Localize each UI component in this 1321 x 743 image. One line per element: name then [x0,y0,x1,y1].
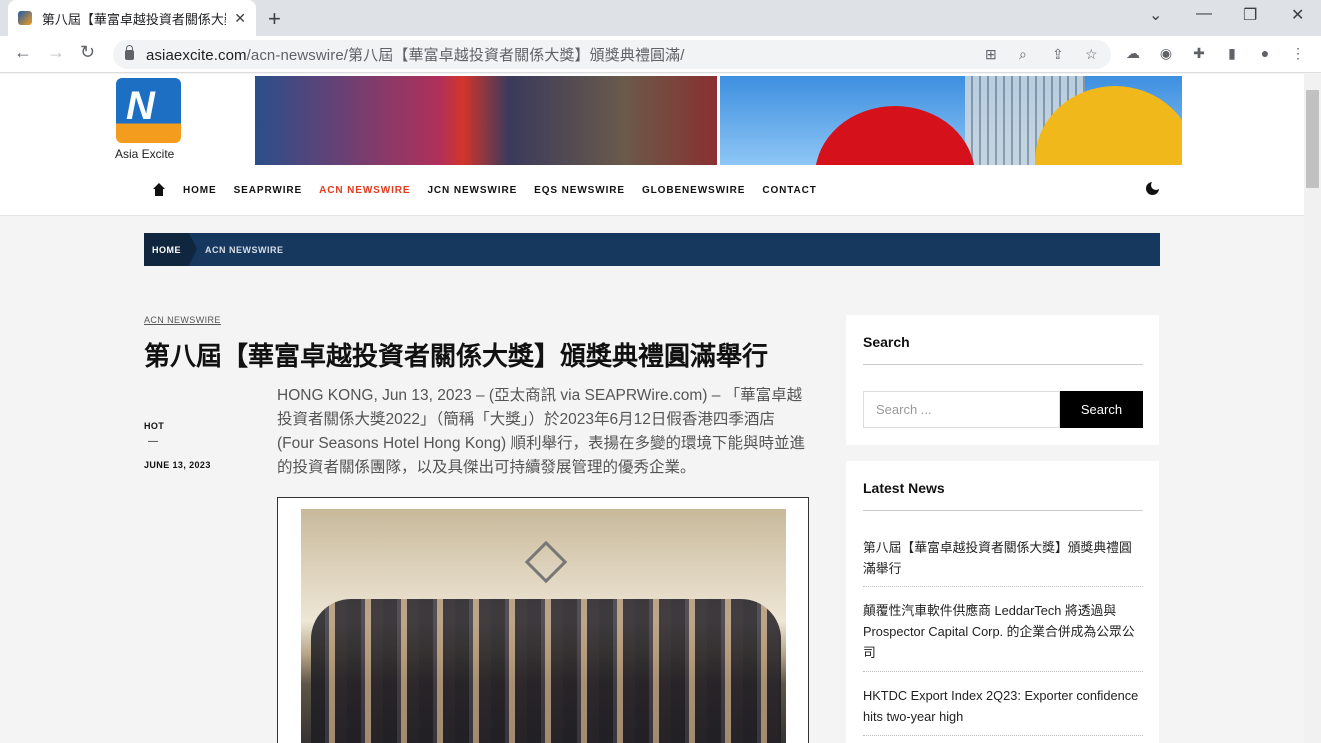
extension-cloud-icon[interactable]: ☁ [1124,45,1142,63]
tab-title: 第八屆【華富卓越投資者關係大獎】頒 [41,11,226,27]
scrollbar-thumb[interactable] [1306,90,1319,188]
side-panel-icon[interactable]: ▮ [1223,45,1241,63]
nav-contact[interactable]: CONTACT [762,185,816,196]
page-viewport: N Asia Excite HOME SEAPRWIRE ACN NEWSWIR… [0,74,1304,743]
news-separator [863,671,1143,672]
news-link[interactable]: HKTDC Export Index 2Q23: Exporter confid… [863,685,1143,727]
minimize-icon[interactable]: — [1196,5,1212,23]
url-path: /acn-newswire/第八屆【華富卓越投資者關係大獎】頒獎典禮圓滿/ [246,47,685,64]
nav-eqs-newswire[interactable]: EQS NEWSWIRE [534,185,625,196]
reload-icon[interactable]: ↻ [80,42,95,63]
article-date[interactable]: JUNE 13, 2023 [144,460,211,470]
site-logo[interactable]: N [116,78,182,144]
page-title: 第八屆【華富卓越投資者關係大獎】頒獎典禮圓滿舉行 [144,341,769,371]
widget-divider [863,510,1143,511]
nav-jcn-newswire[interactable]: JCN NEWSWIRE [427,185,517,196]
main-navigation: HOME SEAPRWIRE ACN NEWSWIRE JCN NEWSWIRE… [152,180,834,200]
widget-divider [863,364,1143,365]
header-banner-image [255,76,1182,165]
meta-separator: — [148,436,158,447]
dark-mode-moon-icon[interactable] [1146,180,1161,195]
share-icon[interactable]: ⇪ [1052,46,1064,63]
news-link[interactable]: 第八屆【華富卓越投資者關係大獎】頒獎典禮圓滿舉行 [863,537,1143,579]
search-widget-title: Search [863,334,910,350]
home-icon[interactable] [152,183,166,197]
site-favicon-icon [18,11,32,25]
address-bar[interactable]: asiaexcite.com/acn-newswire/第八屆【華富卓越投資者關… [113,40,1111,69]
extensions-puzzle-icon[interactable]: ✚ [1190,45,1208,63]
group-of-people [311,599,781,743]
banner-neon-street [255,76,717,165]
article-figure [277,497,809,743]
latest-news-widget: Latest News 第八屆【華富卓越投資者關係大獎】頒獎典禮圓滿舉行 顛覆性… [846,461,1159,743]
zoom-icon[interactable]: ⌕ [1019,46,1027,63]
browser-menu-icon[interactable]: ⋮ [1289,45,1307,63]
logo-text[interactable]: Asia Excite [115,147,174,161]
tab-close-icon[interactable]: ✕ [234,10,246,27]
search-widget: Search Search ... Search [846,315,1159,445]
browser-toolbar: ← → ↻ asiaexcite.com/acn-newswire/第八屆【華富… [0,36,1321,73]
translate-icon[interactable]: ⊞ [985,46,997,63]
award-logo-shape [524,540,568,584]
breadcrumb-home[interactable]: HOME [144,233,197,266]
browser-tab-strip: 第八屆【華富卓越投資者關係大獎】頒 ✕ + ⌄ — ❐ ✕ [0,0,1321,36]
profile-avatar-icon[interactable]: ● [1256,45,1274,63]
search-input[interactable]: Search ... [863,391,1060,428]
article-tag[interactable]: HOT [144,421,164,431]
news-link[interactable]: 顛覆性汽車軟件供應商 LeddarTech 將透過與 Prospector Ca… [863,600,1143,663]
url-host: asiaexcite.com [146,47,247,64]
article-category-link[interactable]: ACN NEWSWIRE [144,315,221,325]
award-ceremony-photo [301,509,786,743]
search-button[interactable]: Search [1060,391,1143,428]
nav-seaprwire[interactable]: SEAPRWIRE [234,185,302,196]
nav-globenewswire[interactable]: GLOBENEWSWIRE [642,185,745,196]
bookmark-star-icon[interactable]: ☆ [1085,46,1098,63]
logo-mark: N [126,84,155,128]
forward-icon[interactable]: → [47,42,65,63]
latest-news-title: Latest News [863,480,945,496]
nav-acn-newswire[interactable]: ACN NEWSWIRE [319,185,410,196]
browser-tab[interactable]: 第八屆【華富卓越投資者關係大獎】頒 ✕ [8,0,256,36]
news-separator [863,586,1143,587]
screenshot-camera-icon[interactable]: ◉ [1157,45,1175,63]
article-body: HONG KONG, Jun 13, 2023 – (亞太商訊 via SEAP… [277,387,805,476]
back-icon[interactable]: ← [14,42,32,63]
nav-home[interactable]: HOME [183,185,217,196]
tab-search-icon[interactable]: ⌄ [1149,5,1162,25]
site-header: N Asia Excite HOME SEAPRWIRE ACN NEWSWIR… [0,74,1304,216]
restore-icon[interactable]: ❐ [1243,5,1257,25]
breadcrumb-current[interactable]: ACN NEWSWIRE [205,245,284,255]
lock-icon[interactable] [125,44,134,60]
news-separator [863,735,1143,736]
new-tab-button[interactable]: + [268,6,281,32]
breadcrumb: HOME ACN NEWSWIRE [144,233,1160,266]
close-window-icon[interactable]: ✕ [1291,5,1304,25]
